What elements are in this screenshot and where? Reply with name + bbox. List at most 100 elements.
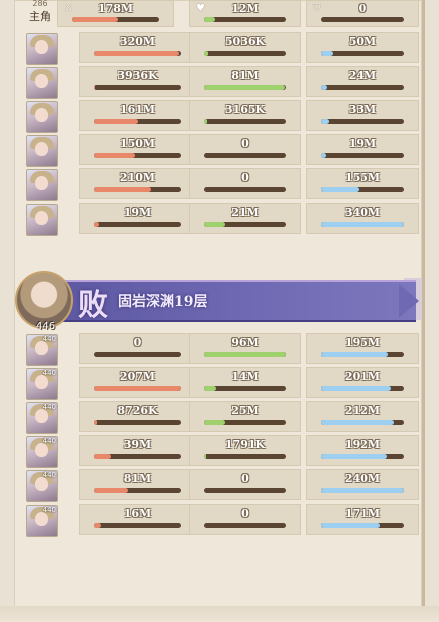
damage-bar (94, 85, 95, 90)
heal-value: 14M (231, 370, 259, 383)
tank-bar (321, 153, 326, 158)
damage-cell: 19M (79, 203, 196, 234)
team_a-row: 3936K 81M 24M (22, 66, 420, 99)
heal-total-cell: ♥ 12M (189, 0, 301, 27)
hero-portrait[interactable]: 440 (26, 368, 58, 400)
damage-total: 178M (97, 2, 134, 15)
heal-value: 0 (241, 137, 249, 150)
damage-total-bar (72, 17, 119, 22)
heal-bar (204, 85, 286, 90)
damage-cell: 8726K (79, 401, 196, 432)
heal-cell: 21M (189, 203, 301, 234)
damage-cell: 81M (79, 469, 196, 500)
damage-cell: 3936K (79, 66, 196, 97)
heal-value: 1791K (224, 438, 266, 451)
damage-bar (94, 153, 135, 158)
team_a-row: 150M 0 19M (22, 134, 420, 167)
hero-portrait[interactable] (26, 204, 58, 236)
damage-bar (94, 222, 100, 227)
tank-total: 0 (358, 2, 367, 15)
hero-label: 主角 (29, 10, 51, 23)
damage-cell: 210M (79, 168, 196, 199)
tank-value: 340M (344, 206, 381, 219)
tank-cell: 340M (306, 203, 419, 234)
damage-cell: 320M (79, 32, 196, 63)
hero-portrait[interactable]: 440 (26, 470, 58, 502)
tank-cell: 240M (306, 469, 419, 500)
heal-cell: 25M (189, 401, 301, 432)
tank-cell: 24M (306, 66, 419, 97)
hero-portrait[interactable]: 440 (26, 436, 58, 468)
tank-value: 240M (344, 472, 381, 485)
heal-value: 3165K (224, 103, 266, 116)
damage-cell: 0 (79, 333, 196, 364)
hero-portrait[interactable] (26, 33, 58, 65)
heal-bar (204, 420, 226, 425)
heal-cell: 0 (189, 134, 301, 165)
tank-cell: 19M (306, 134, 419, 165)
damage-value: 81M (123, 472, 152, 485)
heal-bar (204, 352, 286, 357)
damage-bar (94, 488, 128, 493)
damage-value: 210M (119, 171, 156, 184)
heal-value: 96M (231, 336, 259, 349)
tank-cell: 212M (306, 401, 419, 432)
tank-bar (321, 420, 395, 425)
heal-cell: 96M (189, 333, 301, 364)
damage-value: 320M (119, 35, 156, 48)
heal-bar (204, 454, 206, 459)
team_b-row: 440 207M 14M 201M (22, 367, 420, 400)
heal-value: 0 (241, 171, 249, 184)
hero-portrait[interactable] (26, 101, 58, 133)
tank-value: 195M (344, 336, 381, 349)
heal-total: 12M (231, 2, 259, 15)
tank-cell: 33M (306, 100, 419, 131)
damage-cell: 16M (79, 504, 196, 535)
tank-bar (321, 119, 330, 124)
tank-value: 19M (348, 137, 377, 150)
damage-bar (94, 386, 181, 391)
hero-portrait[interactable] (26, 169, 58, 201)
damage-bar (94, 187, 152, 192)
tank-value: 155M (344, 171, 381, 184)
hero-count: 286 (32, 0, 48, 8)
heal-value: 0 (241, 472, 249, 485)
leader-level: 446 (36, 321, 56, 332)
heal-bar (204, 51, 209, 56)
tank-cell: 195M (306, 333, 419, 364)
hero-portrait[interactable]: 440 (26, 402, 58, 434)
damage-value: 161M (119, 103, 156, 116)
tank-bar (321, 222, 404, 227)
tank-value: 171M (344, 507, 381, 520)
damage-cell: 150M (79, 134, 196, 165)
damage-cell: 207M (79, 367, 196, 398)
hero-label-block: 286 主角 (20, 0, 60, 24)
team_a-row: 19M 21M 340M (22, 203, 420, 236)
team_a-row: 210M 0 155M (22, 168, 420, 201)
damage-value: 0 (133, 336, 142, 349)
heal-cell: 0 (189, 469, 301, 500)
heal-cell: 0 (189, 168, 301, 199)
heal-cell: 5036K (189, 32, 301, 63)
hero-portrait[interactable] (26, 67, 58, 99)
tank-cell: 201M (306, 367, 419, 398)
tank-bar (321, 386, 391, 391)
team_b-row: 440 0 96M 195M (22, 333, 420, 366)
banner-arrow (399, 284, 419, 318)
hero-portrait[interactable]: 440 (26, 505, 58, 537)
hero-portrait[interactable] (26, 135, 58, 167)
heal-cell: 3165K (189, 100, 301, 131)
hero-portrait[interactable]: 440 (26, 334, 58, 366)
tank-value: 33M (348, 103, 377, 116)
tank-bar (321, 187, 360, 192)
tank-value: 50M (348, 35, 377, 48)
tank-bar (321, 523, 380, 528)
damage-value: 3936K (117, 69, 158, 82)
damage-value: 150M (119, 137, 156, 150)
tank-value: 24M (348, 69, 377, 82)
tank-bar (321, 51, 334, 56)
hero-level: 440 (42, 506, 56, 514)
tank-cell: 50M (306, 32, 419, 63)
tank-value: 212M (344, 404, 381, 417)
tank-value: 201M (344, 370, 381, 383)
